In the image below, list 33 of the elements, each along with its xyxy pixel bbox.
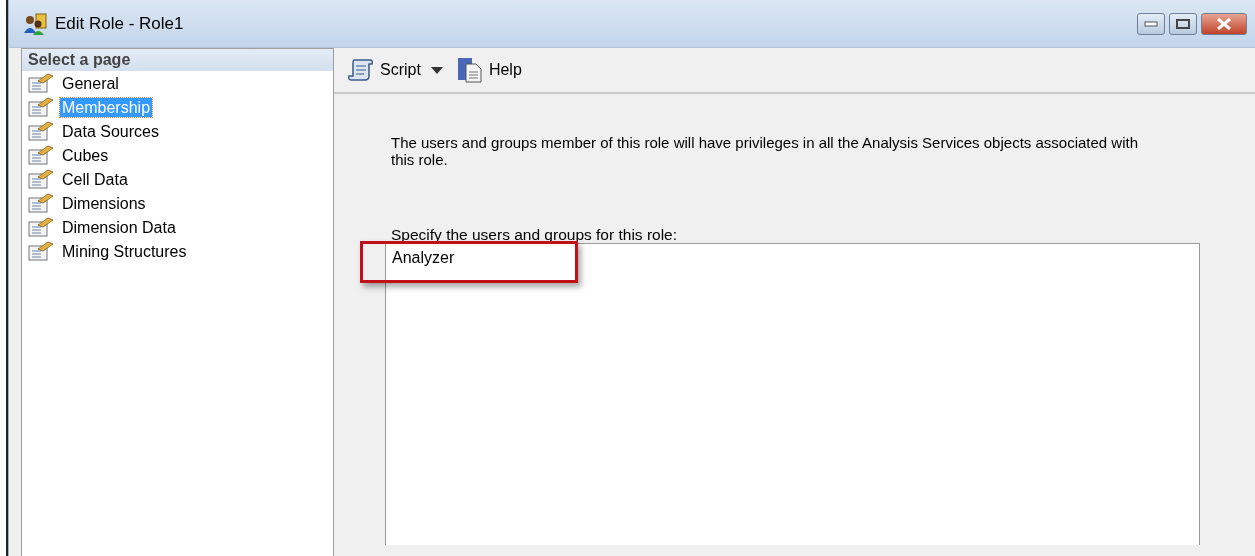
caret-icon [430,66,443,74]
page-icon [28,241,54,261]
sidebar-item[interactable]: Dimensions [60,193,148,213]
page-icon [28,217,54,237]
scroll-icon [348,58,374,82]
page-icon [28,121,54,141]
page-icon [28,73,54,93]
window-title: Edit Role - Role1 [55,12,184,35]
sidebar-item[interactable]: Cubes [60,145,111,165]
description-text: The users and groups member of this role will have privileges in all the Analysis Services objects associated with this role. [391,134,1140,168]
sidebar-item[interactable]: General [60,73,121,93]
page-icon [28,145,54,165]
dropdown-button[interactable] [428,64,445,76]
help-button[interactable]: Help [454,55,524,85]
minimize-icon [1144,20,1158,27]
minimize-button[interactable] [1137,12,1165,35]
sidebar-header: Select a page [22,49,333,71]
page-icon [28,97,54,117]
maximize-button[interactable] [1169,12,1197,35]
page-icon [28,193,54,213]
members-list[interactable]: Analyzer [385,243,1200,545]
close-icon [1216,17,1232,30]
sidebar-item[interactable]: Dimension Data [60,217,178,237]
document-icon [456,57,483,83]
users-icon [23,12,47,35]
script-button[interactable]: Script [346,56,423,84]
sidebar-item[interactable]: Cell Data [60,169,130,189]
close-button[interactable] [1201,12,1247,35]
page-icon [28,169,54,189]
sidebar-item[interactable]: Data Sources [60,121,161,141]
maximize-icon [1176,18,1190,29]
member-item[interactable]: Analyzer [392,248,1193,268]
sidebar-item[interactable]: Mining Structures [60,241,189,261]
